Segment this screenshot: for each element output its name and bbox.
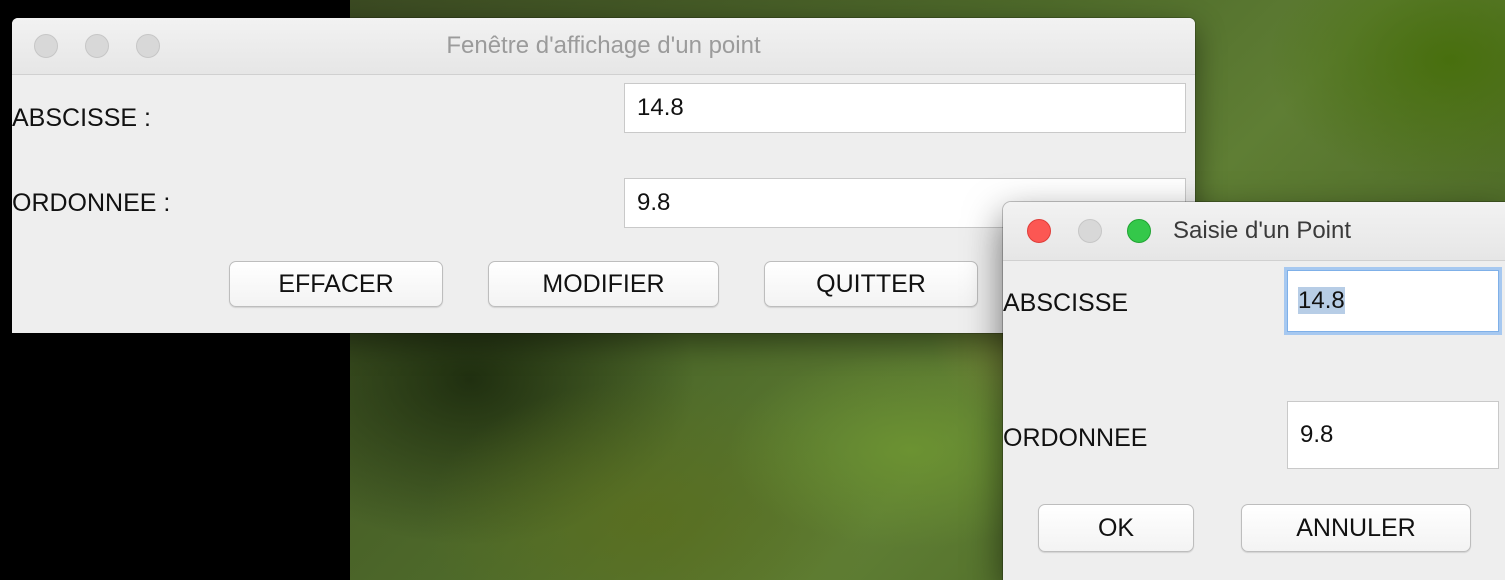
dialog-abscisse-label: ABSCISSE	[1003, 289, 1129, 317]
dialog-ordonnee-label: ORDONNEE	[1003, 424, 1148, 452]
abscisse-label: ABSCISSE :	[12, 104, 151, 132]
effacer-button[interactable]: EFFACER	[229, 261, 443, 307]
dialog-abscisse-field[interactable]: 14.8	[1287, 270, 1499, 332]
selected-text: 14.8	[1298, 287, 1345, 314]
ok-button[interactable]: OK	[1038, 504, 1194, 552]
close-button[interactable]	[1027, 219, 1051, 243]
modifier-button[interactable]: MODIFIER	[488, 261, 719, 307]
dialog-titlebar[interactable]: Saisie d'un Point	[1003, 202, 1505, 261]
dialog-ordonnee-field[interactable]: 9.8	[1287, 401, 1499, 469]
quitter-button[interactable]: QUITTER	[764, 261, 978, 307]
main-window-titlebar[interactable]: Fenêtre d'affichage d'un point	[12, 18, 1195, 75]
desktop: Fenêtre d'affichage d'un point ABSCISSE …	[0, 0, 1505, 580]
annuler-button[interactable]: ANNULER	[1241, 504, 1471, 552]
main-window-title: Fenêtre d'affichage d'un point	[446, 32, 761, 59]
point-input-dialog: Saisie d'un Point ABSCISSE 14.8 ORDONNEE…	[1003, 202, 1505, 580]
dialog-body: ABSCISSE 14.8 ORDONNEE 9.8 OK ANNULER	[1003, 261, 1505, 580]
dialog-title: Saisie d'un Point	[1173, 217, 1352, 244]
zoom-button[interactable]	[1127, 219, 1151, 243]
abscisse-field[interactable]	[624, 83, 1186, 133]
minimize-button-disabled	[1078, 219, 1102, 243]
ordonnee-label: ORDONNEE :	[12, 189, 171, 217]
